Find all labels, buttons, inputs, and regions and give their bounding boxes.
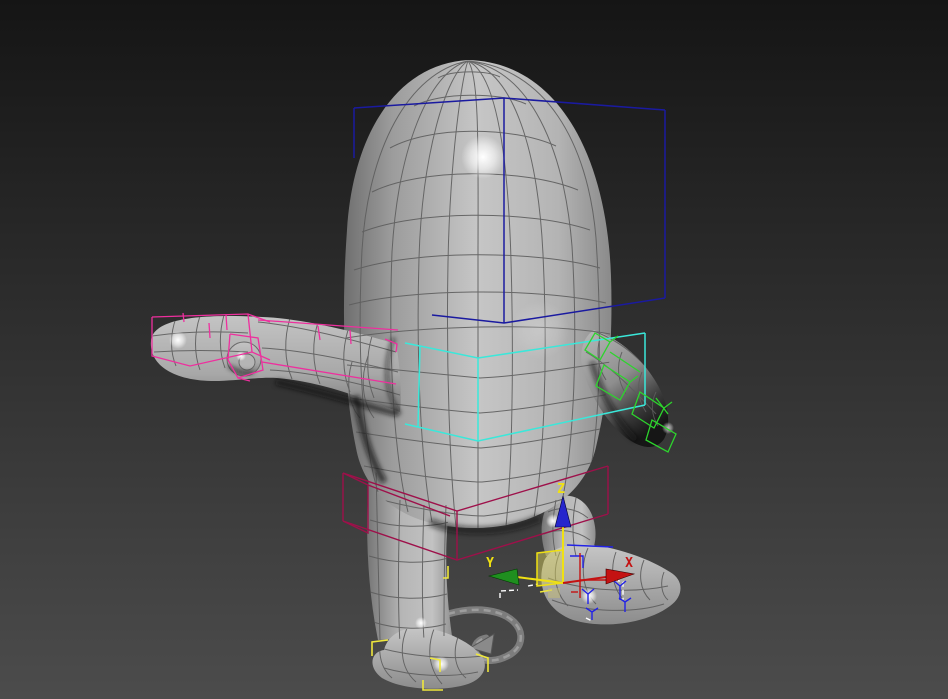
viewport-3d[interactable]: Z Y X (0, 0, 948, 699)
gizmo-y-label: Y (486, 556, 494, 571)
gizmo-plane-reflection (548, 588, 560, 598)
gizmo-z-label: Z (557, 482, 565, 497)
gizmo-x-label: X (625, 556, 633, 571)
